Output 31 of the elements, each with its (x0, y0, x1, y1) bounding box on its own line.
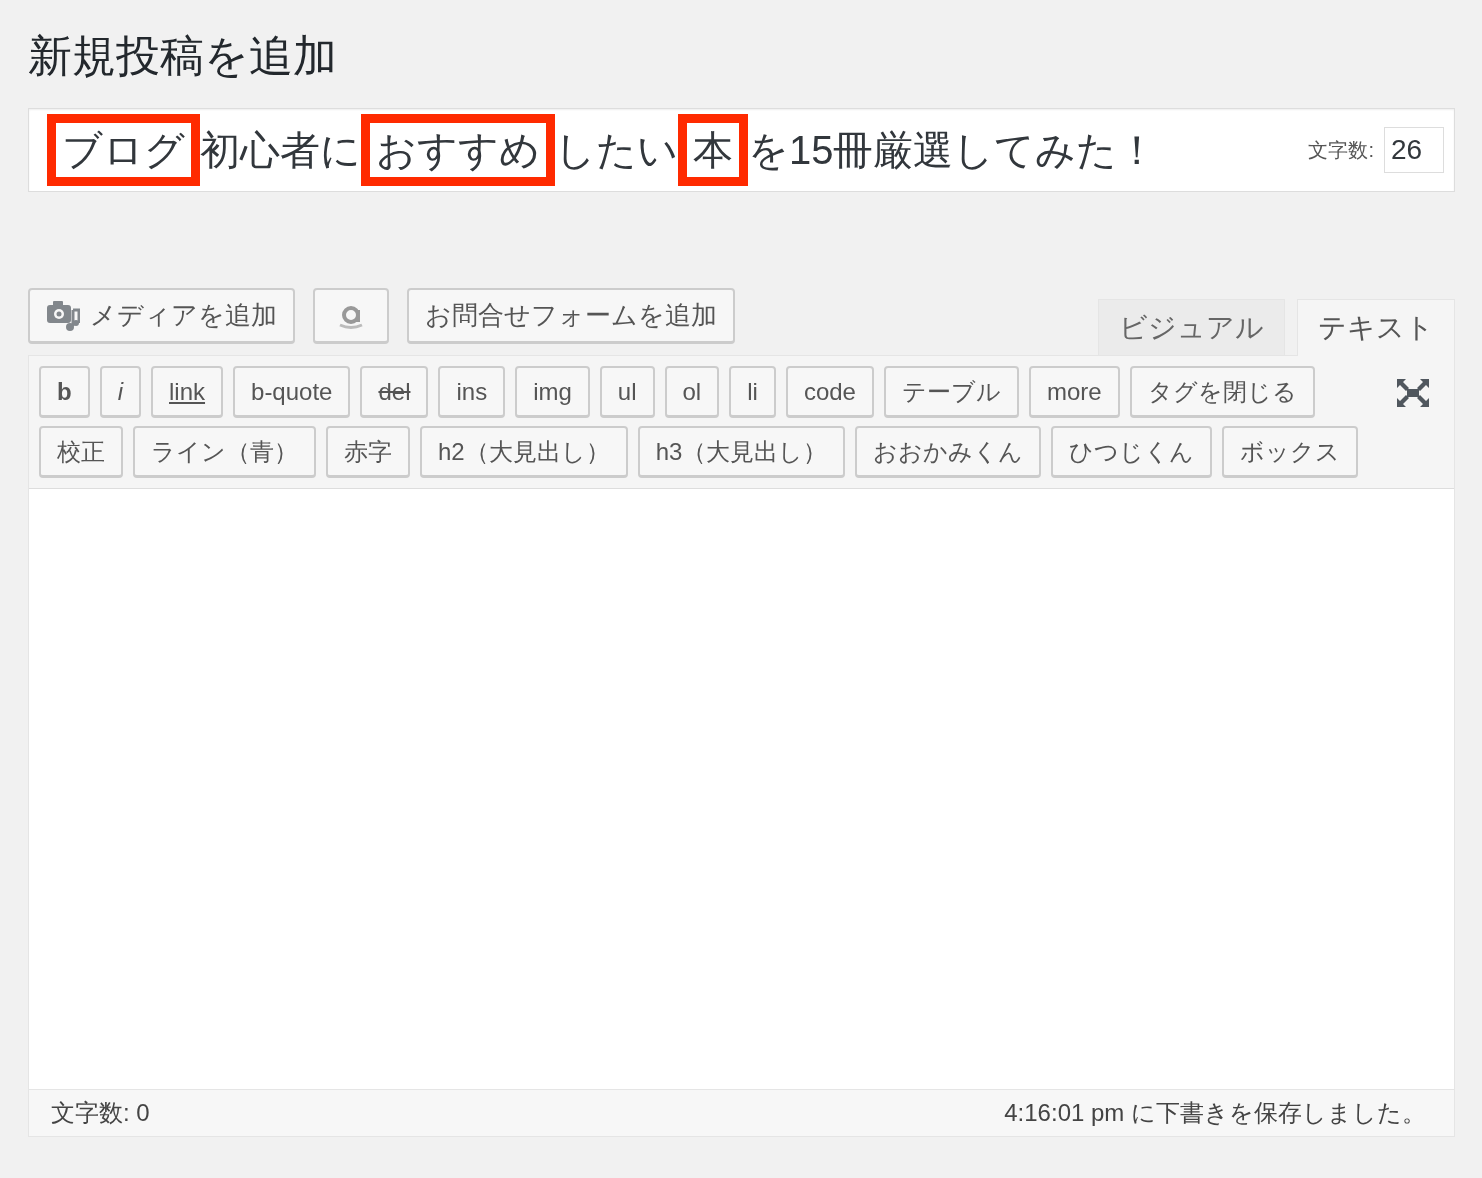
draft-saved-status: 4:16:01 pm に下書きを保存しました。 (1004, 1098, 1426, 1128)
quicktag-button[interactable]: ライン（青） (133, 426, 316, 478)
quicktag-button[interactable]: i (99, 366, 141, 418)
quicktag-button[interactable]: h2（大見出し） (420, 426, 628, 478)
quicktag-button[interactable]: img (515, 366, 590, 418)
fullscreen-icon[interactable] (1396, 378, 1430, 408)
add-contact-form-button[interactable]: お問合せフォームを追加 (407, 288, 735, 344)
quicktag-button[interactable]: more (1028, 366, 1120, 418)
quicktag-button[interactable]: ol (664, 366, 720, 418)
page-title: 新規投稿を追加 (28, 30, 338, 82)
quicktag-button[interactable]: link (151, 366, 224, 418)
add-media-button[interactable]: メディアを追加 (28, 288, 295, 344)
quicktag-button[interactable]: ul (599, 366, 655, 418)
camera-music-icon (46, 299, 80, 332)
quicktag-button[interactable]: h3（大見出し） (637, 426, 846, 478)
quicktag-button[interactable]: code (785, 366, 874, 418)
quicktag-button[interactable]: テーブル (883, 366, 1019, 418)
quicktag-button[interactable]: おおかみくん (855, 426, 1042, 478)
quicktag-button[interactable]: b-quote (233, 366, 351, 418)
quicktag-button[interactable]: del (360, 366, 429, 418)
quicktag-button[interactable]: 校正 (39, 426, 123, 478)
editor-tab[interactable]: テキスト (1297, 299, 1455, 356)
quicktag-button[interactable]: ボックス (1222, 426, 1359, 478)
quicktag-button[interactable]: li (729, 366, 776, 418)
word-count: 文字数: 0 (51, 1098, 150, 1128)
quicktag-button[interactable]: ひつじくん (1051, 426, 1213, 478)
quicktag-button[interactable]: b (39, 366, 90, 418)
quicktag-button[interactable]: タグを閉じる (1129, 366, 1315, 418)
editor-tab[interactable]: ビジュアル (1098, 299, 1285, 355)
quicktag-button[interactable]: ins (438, 366, 506, 418)
quicktag-button[interactable]: 赤字 (326, 426, 410, 478)
